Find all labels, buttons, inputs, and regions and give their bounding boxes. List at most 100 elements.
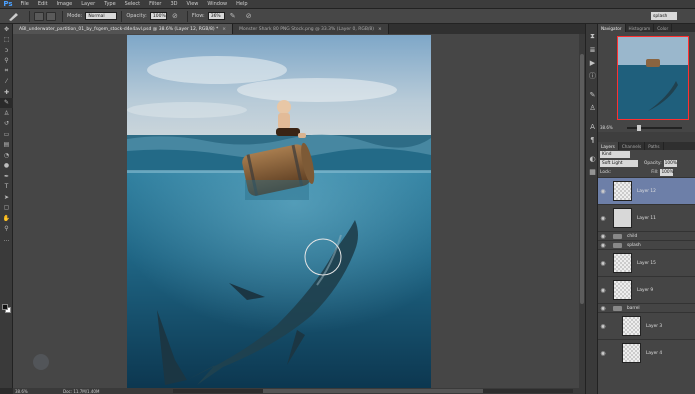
menu-file[interactable]: File	[16, 1, 33, 7]
lock-row: Lock: Fill: 100%	[598, 168, 695, 177]
zoom-tool-icon[interactable]: ⚲	[0, 224, 13, 235]
path-select-tool-icon[interactable]: ➤	[0, 192, 13, 203]
type-tool-icon[interactable]: T	[0, 182, 13, 193]
layer-name: Layer 15	[637, 260, 656, 266]
eye-icon[interactable]: ◉	[598, 233, 608, 240]
eye-icon[interactable]: ◉	[598, 215, 608, 222]
menu-select[interactable]: Select	[120, 1, 144, 7]
brush-panel-button[interactable]	[46, 11, 56, 21]
layer-kind-select[interactable]: Kind	[600, 151, 630, 158]
flow-label: Flow:	[191, 13, 205, 19]
layer-row[interactable]: ◉ Layer 15	[598, 249, 695, 276]
navigator-zoom-value[interactable]: 38.6%	[600, 125, 613, 130]
gradient-tool-icon[interactable]: ▤	[0, 140, 13, 151]
eyedropper-tool-icon[interactable]: ⁄	[0, 77, 13, 88]
menu-filter[interactable]: Filter	[145, 1, 166, 7]
eye-icon[interactable]: ◉	[598, 287, 608, 294]
lock-label: Lock:	[600, 170, 612, 175]
document-canvas[interactable]	[127, 35, 431, 388]
tab-shark-doc[interactable]: Monster Shark 80 PNG Stock.png @ 33.3% (…	[233, 24, 389, 34]
document-tabs: ABI_underwater_partition_01_by_fsgem_sto…	[13, 24, 585, 34]
layer-group-row[interactable]: ◉ barrel	[598, 303, 695, 312]
blend-mode-select[interactable]: Soft Light	[600, 160, 638, 167]
layer-name: Layer 9	[637, 287, 654, 293]
layer-row[interactable]: ◉ Layer 4	[598, 339, 695, 366]
pressure-opacity-icon[interactable]: ⊘	[170, 12, 180, 21]
healing-tool-icon[interactable]: ✚	[0, 87, 13, 98]
close-icon[interactable]: ×	[378, 27, 382, 32]
panel-icon-column: ⧗ ≣ ▶ ⓘ ✎ ♙ A ¶ ◐ ▦	[585, 24, 598, 394]
blur-tool-icon[interactable]: ◔	[0, 150, 13, 161]
zoom-slider-knob[interactable]	[636, 124, 641, 131]
menu-layer[interactable]: Layer	[77, 1, 100, 7]
layer-row[interactable]: ◉ Layer 12	[598, 177, 695, 204]
mode-select[interactable]: Normal	[85, 12, 118, 20]
menu-type[interactable]: Type	[100, 1, 120, 7]
status-zoom[interactable]: 38.6%	[13, 389, 33, 394]
hand-tool-icon[interactable]: ✋	[0, 213, 13, 224]
opacity-field[interactable]: 100%	[149, 12, 167, 20]
layer-opacity-field[interactable]: 100%	[663, 160, 677, 167]
tab-channels[interactable]: Channels	[619, 142, 646, 150]
menu-edit[interactable]: Edit	[33, 1, 52, 7]
zoom-slider[interactable]	[626, 124, 682, 131]
layer-row[interactable]: ◉ Layer 3	[598, 312, 695, 339]
eye-icon[interactable]: ◉	[598, 260, 608, 267]
layer-thumbnail	[613, 181, 632, 201]
navigator-preview[interactable]	[617, 36, 689, 120]
menu-window[interactable]: Window	[203, 1, 232, 7]
eye-icon[interactable]: ◉	[598, 350, 608, 357]
tab-histogram[interactable]: Histogram	[626, 24, 655, 32]
horizontal-scrollbar[interactable]	[173, 389, 573, 393]
tab-color[interactable]: Color	[654, 24, 673, 32]
layer-filter-row: Kind	[598, 150, 695, 159]
crop-tool-icon[interactable]: ⌗	[0, 66, 13, 77]
eraser-tool-icon[interactable]: ▭	[0, 129, 13, 140]
quick-select-tool-icon[interactable]: ⚲	[0, 56, 13, 67]
layer-group-row[interactable]: ◉ child	[598, 231, 695, 240]
menu-image[interactable]: Image	[52, 1, 77, 7]
fill-field[interactable]: 100%	[660, 169, 674, 176]
group-name: barrel	[627, 305, 640, 311]
close-icon[interactable]: ×	[222, 27, 226, 32]
menu-view[interactable]: View	[182, 1, 203, 7]
group-name: child	[627, 233, 638, 239]
scroll-thumb[interactable]	[263, 389, 483, 393]
layer-row[interactable]: ◉ Layer 11	[598, 204, 695, 231]
pen-tool-icon[interactable]: ✒	[0, 171, 13, 182]
tab-navigator[interactable]: Navigator	[598, 24, 626, 32]
tab-paths[interactable]: Paths	[645, 142, 664, 150]
flow-field[interactable]: 36%	[207, 12, 225, 20]
airbrush-icon[interactable]: ✎	[228, 12, 238, 21]
menu-help[interactable]: Help	[232, 1, 252, 7]
eye-icon[interactable]: ◉	[598, 242, 608, 249]
lasso-tool-icon[interactable]: ↄ	[0, 45, 13, 56]
eye-icon[interactable]: ◉	[598, 305, 608, 312]
workspace-select[interactable]: splash	[651, 12, 677, 20]
tab-underwater-doc[interactable]: ABI_underwater_partition_01_by_fsgem_sto…	[13, 24, 234, 34]
scroll-thumb[interactable]	[580, 54, 584, 304]
eye-icon[interactable]: ◉	[598, 188, 608, 195]
marquee-tool-icon[interactable]: ⬚	[0, 35, 13, 46]
layer-thumbnail	[622, 343, 641, 363]
brush-size-button[interactable]	[34, 11, 44, 21]
brush-tool-icon[interactable]: ✎	[0, 97, 13, 108]
move-tool-icon[interactable]: ✥	[0, 24, 13, 35]
tool-preset-picker[interactable]	[3, 11, 25, 22]
layer-name: Layer 3	[646, 323, 663, 329]
layer-row[interactable]: ◉ Layer 9	[598, 276, 695, 303]
menu-bar: Ps File Edit Image Layer Type Select Fil…	[0, 0, 695, 9]
pressure-size-icon[interactable]: ⊘	[244, 12, 254, 21]
history-brush-tool-icon[interactable]: ↺	[0, 119, 13, 130]
canvas-area[interactable]	[13, 34, 579, 388]
layer-group-row[interactable]: ◉ splash	[598, 240, 695, 249]
eye-icon[interactable]: ◉	[598, 323, 608, 330]
foreground-color-swatch[interactable]	[2, 304, 8, 310]
tab-layers[interactable]: Layers	[598, 142, 619, 150]
shape-tool-icon[interactable]: ▢	[0, 203, 13, 214]
clone-stamp-tool-icon[interactable]: ♙	[0, 108, 13, 119]
tools-panel: ✥ ⬚ ↄ ⚲ ⌗ ⁄ ✚ ✎ ♙ ↺ ▭ ▤ ◔ ● ✒ T ➤ ▢ ✋ ⚲ …	[0, 24, 13, 388]
dodge-tool-icon[interactable]: ●	[0, 161, 13, 172]
menu-3d[interactable]: 3D	[166, 1, 182, 7]
extra-tools-icon[interactable]: …	[0, 234, 13, 245]
